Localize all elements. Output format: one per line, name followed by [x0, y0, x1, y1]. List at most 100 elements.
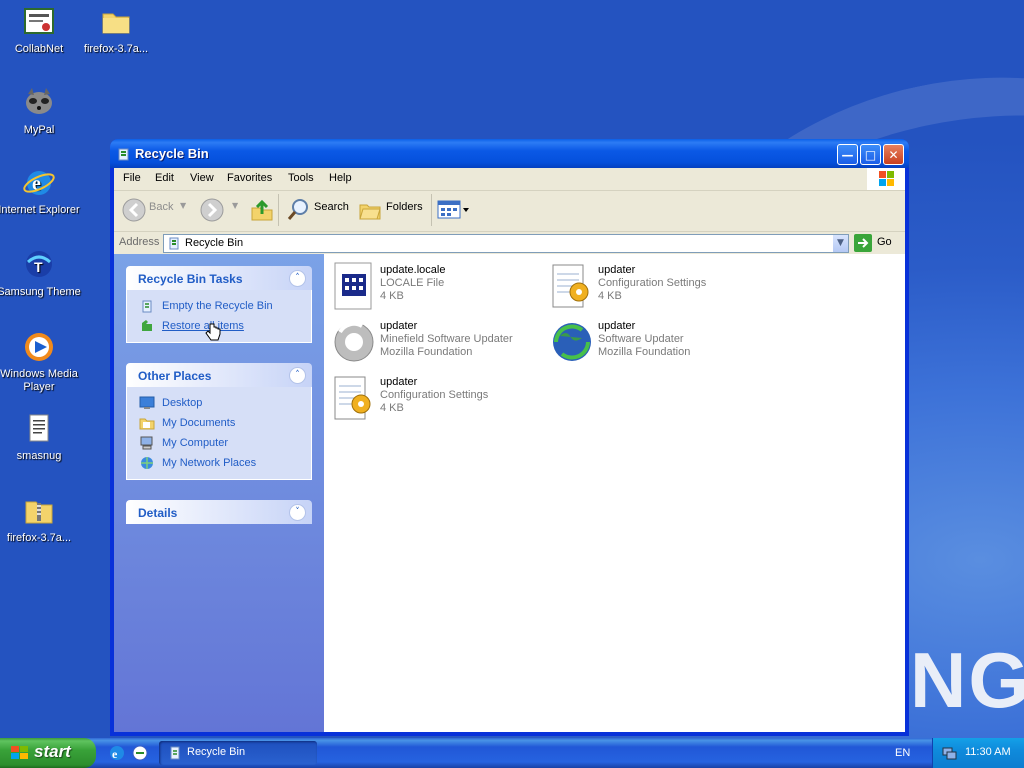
up-folder-button[interactable] [250, 198, 274, 225]
other-places-header[interactable]: Other Places ˄ [126, 363, 312, 387]
file-item[interactable]: update.locale LOCALE File 4 KB [332, 262, 542, 318]
file-item[interactable]: updater Software Updater Mozilla Foundat… [550, 318, 760, 374]
quick-launch-ie-icon[interactable]: e [108, 744, 126, 765]
place-my-computer-link[interactable]: My Computer [127, 433, 311, 453]
desktop-icon-label: firefox-3.7a... [83, 43, 149, 55]
go-label: Go [877, 236, 892, 248]
file-name: updater [598, 264, 636, 276]
file-company: Mozilla Foundation [380, 346, 473, 358]
hand-cursor-icon [205, 322, 221, 349]
address-field[interactable]: Recycle Bin ▼ [163, 234, 849, 253]
language-indicator[interactable]: EN [895, 747, 910, 759]
file-type: LOCALE File [380, 277, 445, 289]
desktop-icon-internet-explorer[interactable]: e Internet Explorer [0, 166, 81, 217]
link-label: Empty the Recycle Bin [162, 300, 273, 312]
desktop-icon-label: firefox-3.7a... [6, 532, 72, 544]
search-button[interactable]: Search [286, 198, 352, 222]
recycle-bin-tasks-panel: Recycle Bin Tasks ˄ Empty the Recycle Bi… [126, 266, 312, 343]
file-type: Configuration Settings [380, 389, 489, 401]
menu-tools[interactable]: Tools [288, 172, 314, 184]
views-icon [437, 200, 471, 224]
menu-favorites[interactable]: Favorites [227, 172, 272, 184]
window-body: File Edit View Favorites Tools Help Back… [114, 168, 905, 732]
collapse-icon[interactable]: ˄ [289, 270, 306, 287]
details-header[interactable]: Details ˅ [126, 500, 312, 524]
file-description: Software Updater [598, 333, 684, 345]
recycle-bin-title-icon [116, 146, 131, 164]
folders-icon [358, 198, 382, 225]
menu-view[interactable]: View [190, 172, 214, 184]
collapse-icon[interactable]: ˄ [289, 367, 306, 384]
file-item[interactable]: updater Configuration Settings 4 KB [550, 262, 760, 318]
desktop-icon-samsung-theme[interactable]: T Samsung Theme [0, 248, 81, 299]
desktop-icon-firefox-folder[interactable]: firefox-3.7a... [74, 5, 158, 56]
address-dropdown-button[interactable]: ▼ [833, 235, 848, 252]
text-file-icon [22, 412, 56, 446]
back-arrow-icon [122, 198, 146, 225]
address-label: Address [119, 236, 160, 248]
place-my-network-places-link[interactable]: My Network Places [127, 453, 311, 473]
desktop-icon-firefox-zip[interactable]: firefox-3.7a... [0, 494, 81, 545]
task-pane: Recycle Bin Tasks ˄ Empty the Recycle Bi… [114, 254, 324, 732]
desktop-icon-label: CollabNet [14, 43, 64, 55]
desktop-icon-mypal[interactable]: MyPal [0, 86, 81, 137]
file-name: update.locale [380, 264, 446, 276]
place-desktop-link[interactable]: Desktop [127, 393, 311, 413]
network-places-icon [139, 456, 155, 470]
my-computer-icon [139, 436, 155, 450]
folders-button[interactable]: Folders [358, 198, 428, 222]
maximize-button[interactable]: □ [860, 144, 881, 165]
menu-file[interactable]: File [123, 172, 141, 184]
link-label: My Network Places [162, 457, 257, 469]
close-icon: ✕ [888, 148, 899, 162]
search-icon [286, 198, 310, 225]
other-places-panel: Other Places ˄ Desktop My Documents My C… [126, 363, 312, 480]
desktop-icon-label: Samsung Theme [0, 286, 81, 298]
panel-body: Desktop My Documents My Computer My Netw… [126, 387, 312, 480]
file-item[interactable]: updater Configuration Settings 4 KB [332, 374, 542, 430]
panel-title: Details [138, 506, 178, 520]
expand-icon[interactable]: ˅ [289, 504, 306, 521]
file-size: 4 KB [598, 290, 622, 302]
desktop-icon-label: smasnug [16, 450, 62, 462]
recycle-bin-small-icon [167, 236, 181, 253]
raccoon-icon [22, 86, 56, 120]
desktop-icon-collabnet[interactable]: CollabNet [0, 5, 81, 56]
desktop-icon-windows-media-player[interactable]: Windows Media Player [0, 330, 81, 394]
internet-explorer-icon: e [22, 166, 56, 200]
panel-body: Empty the Recycle Bin Restore all items [126, 290, 312, 343]
desktop-icon-smasnug[interactable]: smasnug [0, 412, 81, 463]
maximize-icon: □ [864, 148, 877, 162]
toolbar-separator [278, 194, 279, 226]
restore-all-items-link[interactable]: Restore all items [127, 316, 311, 341]
search-label: Search [314, 201, 349, 213]
clock[interactable]: 11:30 AM [965, 746, 1011, 758]
wallpaper-brand: NG [910, 636, 1024, 724]
firefox-updater-icon [550, 318, 594, 366]
file-name: updater [598, 320, 636, 332]
back-dropdown-icon: ▼ [180, 201, 187, 210]
folders-label: Folders [386, 201, 423, 213]
recycle-bin-tasks-header[interactable]: Recycle Bin Tasks ˄ [126, 266, 312, 290]
menu-help[interactable]: Help [329, 172, 352, 184]
start-button[interactable]: start [0, 738, 96, 768]
menu-edit[interactable]: Edit [155, 172, 174, 184]
close-button[interactable]: ✕ [883, 144, 904, 165]
file-list: update.locale LOCALE File 4 KB updater C… [324, 254, 905, 732]
network-tray-icon[interactable] [941, 745, 957, 764]
panel-title: Other Places [138, 369, 212, 383]
link-label: Desktop [162, 397, 203, 409]
minimize-button[interactable]: — [837, 144, 858, 165]
quick-launch-firefox-icon[interactable] [131, 744, 149, 765]
address-bar: Address Recycle Bin ▼ Go [114, 232, 905, 254]
place-my-documents-link[interactable]: My Documents [127, 413, 311, 433]
desktop-icon-label: MyPal [23, 124, 55, 136]
views-button[interactable] [437, 199, 471, 221]
taskbar: start e Recycle Bin EN 11:30 AM [0, 738, 1024, 768]
title-bar[interactable]: Recycle Bin — □ ✕ [110, 139, 909, 168]
restore-icon [139, 319, 155, 333]
empty-recycle-bin-link[interactable]: Empty the Recycle Bin [127, 296, 311, 316]
recycle-bin-small-icon [167, 745, 183, 764]
taskbar-item-recycle-bin[interactable]: Recycle Bin [159, 741, 317, 765]
file-item[interactable]: updater Minefield Software Updater Mozil… [332, 318, 542, 374]
